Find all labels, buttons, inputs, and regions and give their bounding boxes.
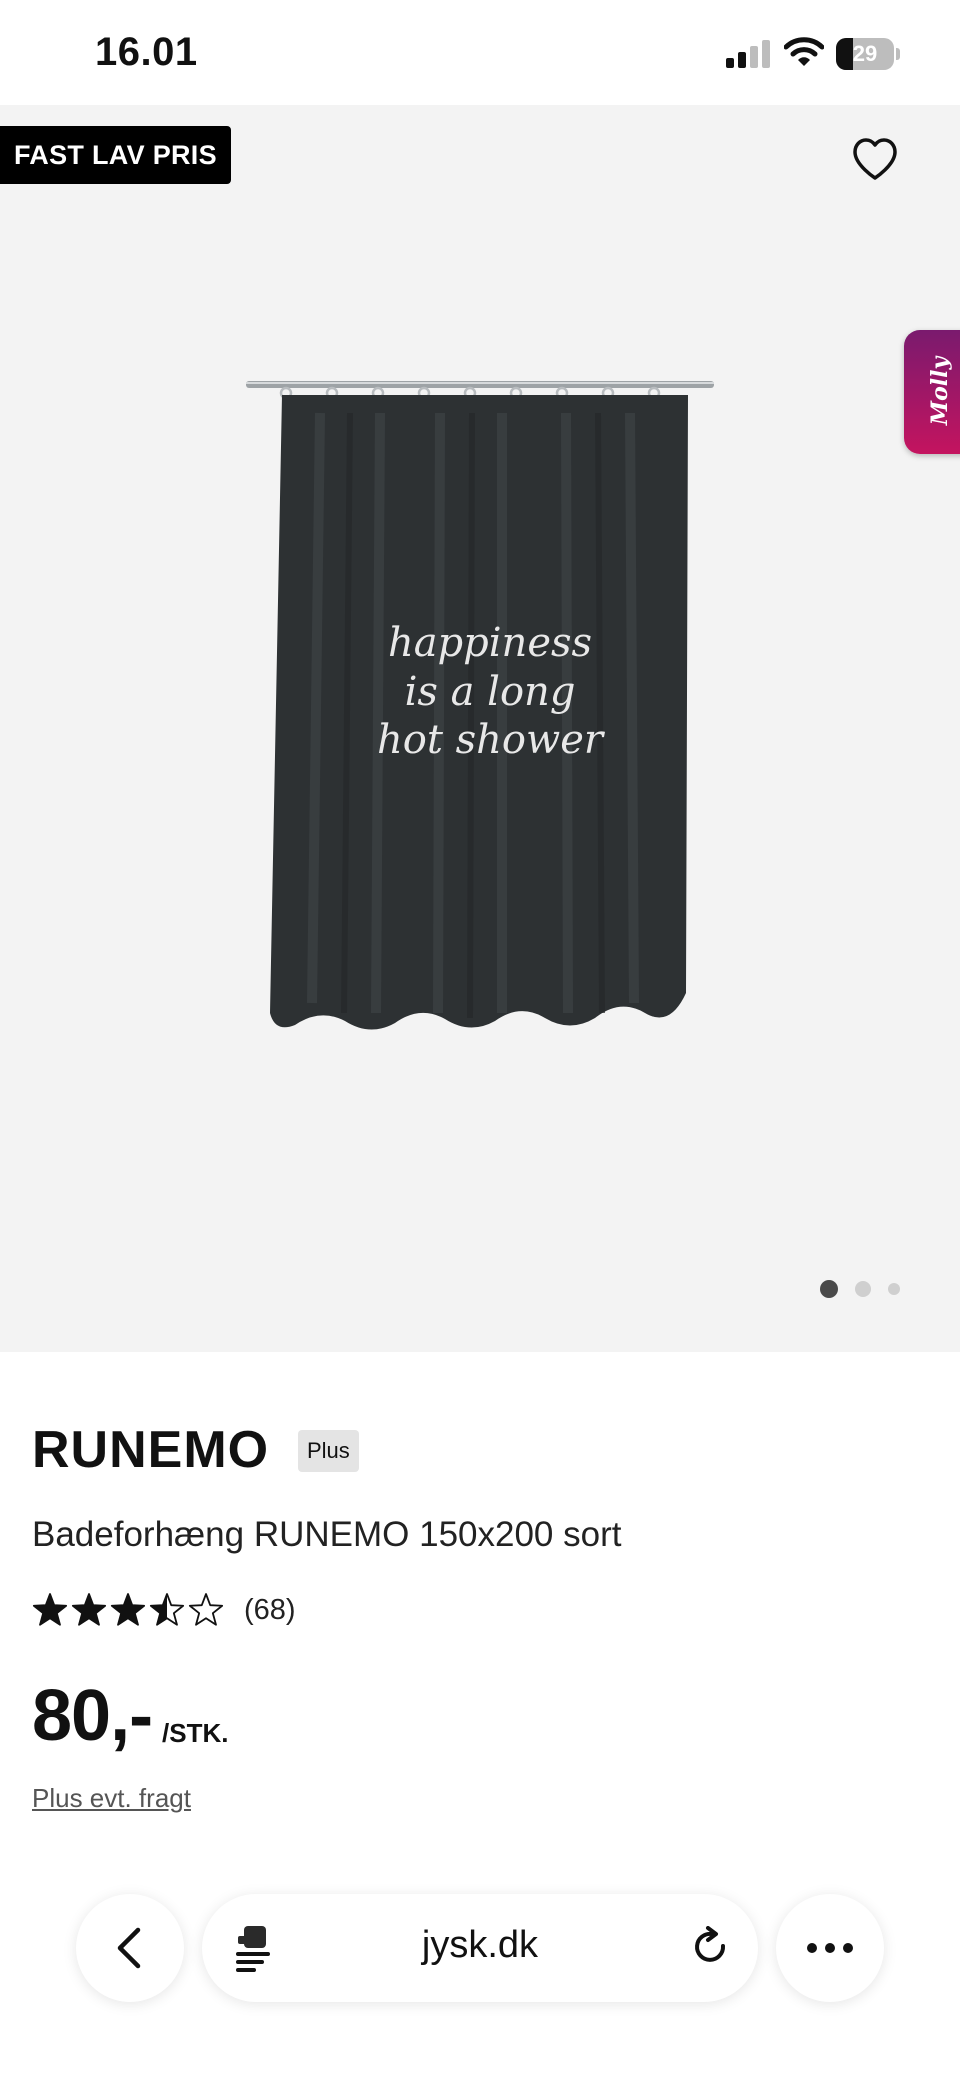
- heart-outline-icon[interactable]: [850, 135, 900, 185]
- curtain-text-line-1: happiness: [388, 620, 592, 666]
- pagination-dot-2[interactable]: [855, 1281, 871, 1297]
- product-image-gallery[interactable]: FAST LAV PRIS Molly happiness is a long …: [0, 105, 960, 1352]
- shipping-note-link[interactable]: Plus evt. fragt: [32, 1783, 191, 1814]
- product-name: Badeforhæng RUNEMO 150x200 sort: [32, 1515, 622, 1554]
- price-badge: FAST LAV PRIS: [0, 126, 231, 184]
- price-unit: /STK.: [162, 1718, 229, 1748]
- curtain-text-line-3: hot shower: [377, 717, 606, 763]
- status-time: 16.01: [95, 30, 198, 74]
- battery-level: 29: [852, 41, 878, 66]
- rating-stars: [32, 1593, 224, 1626]
- url-text[interactable]: jysk.dk: [202, 1924, 758, 1967]
- battery-icon: 29: [836, 38, 900, 70]
- rating-star-fill-3: [111, 1594, 145, 1625]
- plus-tag: Plus: [298, 1430, 359, 1472]
- browser-back-button[interactable]: [76, 1894, 184, 2002]
- browser-address-bar[interactable]: jysk.dk: [202, 1894, 758, 2002]
- pagination-dot-3[interactable]: [888, 1283, 900, 1295]
- product-brand: RUNEMO: [32, 1421, 270, 1479]
- status-bar: 16.01 29: [0, 0, 960, 105]
- product-image: happiness is a long hot shower: [246, 381, 714, 1030]
- pagination-dot-1[interactable]: [820, 1280, 838, 1298]
- chevron-left-icon: [117, 1927, 141, 1969]
- review-count[interactable]: (68): [244, 1594, 296, 1627]
- chat-assistant-tab[interactable]: Molly: [904, 330, 960, 454]
- reload-icon[interactable]: [690, 1926, 732, 1970]
- rating-star-fill-2: [72, 1594, 106, 1625]
- browser-more-button[interactable]: [776, 1894, 884, 2002]
- more-dots-icon: [807, 1943, 853, 1953]
- curtain-text-line-2: is a long: [405, 669, 576, 715]
- product-rating[interactable]: (68): [32, 1590, 296, 1630]
- rating-star-fill-1: [33, 1594, 67, 1625]
- chat-tab-label: Molly: [927, 356, 953, 426]
- signal-icon: [726, 40, 770, 68]
- rating-star-5: [188, 1593, 224, 1626]
- wifi-icon: [784, 37, 824, 66]
- product-price: 80,-: [32, 1676, 153, 1756]
